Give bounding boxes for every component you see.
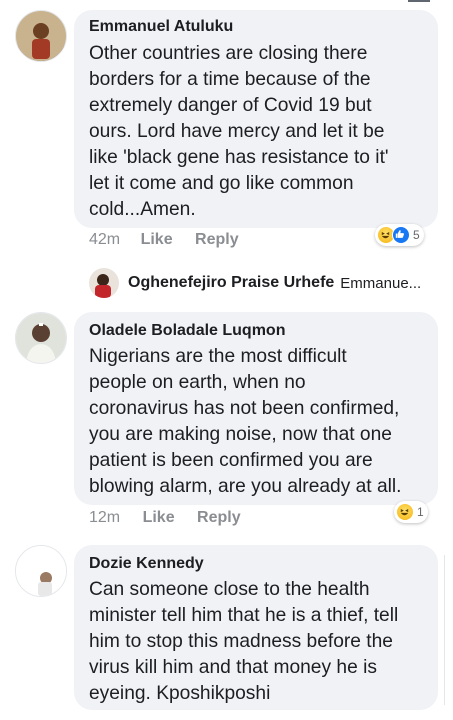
divider [444,555,445,705]
haha-reaction-icon [396,503,414,521]
comment-bubble: Emmanuel Atuluku Other countries are clo… [74,10,438,228]
reply-button[interactable]: Reply [195,231,239,248]
comment-meta: 42m Like Reply [89,231,239,249]
reaction-count: 5 [413,228,420,242]
comment-bubble: Oladele Boladale Luqmon Nigerians are th… [74,312,438,505]
comment-author[interactable]: Emmanuel Atuluku [89,18,233,36]
reply-button[interactable]: Reply [197,509,241,526]
comment-text: Nigerians are the most difficult people … [89,346,402,497]
person-icon [16,313,66,363]
comment-author[interactable]: Oladele Boladale Luqmon [89,322,285,340]
reaction-summary[interactable]: 1 [394,501,428,523]
reply-preview[interactable]: Oghenefejiro Praise Urhefe Emmanue... [89,268,421,298]
avatar[interactable] [89,268,119,298]
like-button[interactable]: Like [143,509,175,526]
menu-icon[interactable] [408,0,430,4]
comment-bubble: Dozie Kennedy Can someone close to the h… [74,545,438,710]
reply-snippet: Emmanue... [340,274,422,292]
comment-time: 42m [89,231,121,248]
like-reaction-icon [392,226,410,244]
comment-author[interactable]: Dozie Kennedy [89,555,204,573]
reply-author[interactable]: Oghenefejiro Praise Urhefe [128,274,334,292]
comment-time: 12m [89,509,121,526]
reaction-summary[interactable]: 5 [375,224,424,246]
comment-text: Can someone close to the health minister… [89,579,399,704]
reaction-count: 1 [417,505,424,519]
like-button[interactable]: Like [141,231,173,248]
comment-meta: 12m Like Reply [89,509,241,527]
person-icon [16,546,66,596]
avatar[interactable] [15,312,67,364]
comment-text: Other countries are closing there border… [89,43,389,220]
avatar[interactable] [15,10,67,62]
avatar[interactable] [15,545,67,597]
person-icon [89,268,119,298]
person-icon [16,11,66,61]
